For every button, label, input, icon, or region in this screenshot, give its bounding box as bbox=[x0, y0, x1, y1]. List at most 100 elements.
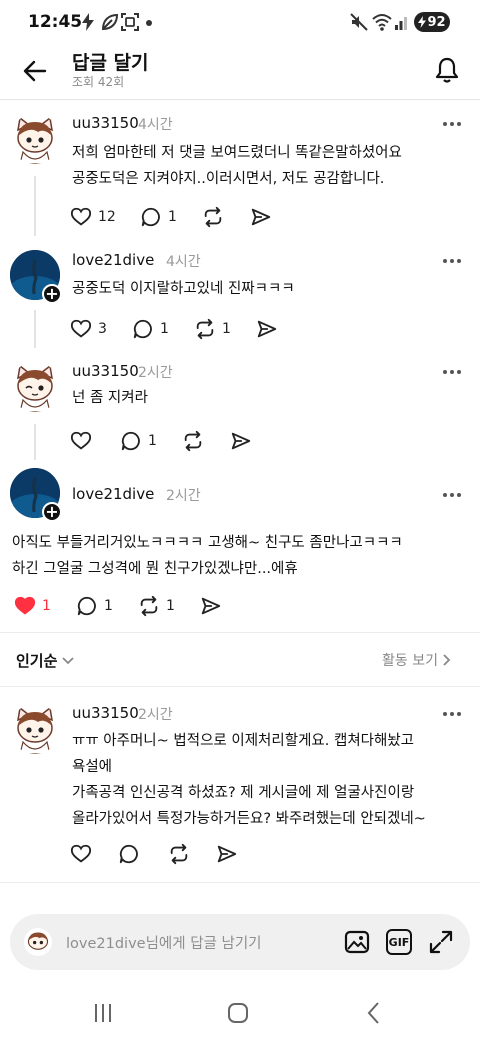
chevron-right-icon bbox=[443, 654, 451, 666]
back-arrow-icon[interactable] bbox=[22, 58, 48, 84]
flash-icon bbox=[82, 13, 94, 31]
gif-button[interactable]: GIF bbox=[386, 929, 412, 955]
repost-icon bbox=[170, 843, 188, 865]
avatar-uu33150[interactable] bbox=[10, 114, 60, 164]
reply-count: 1 bbox=[160, 321, 169, 337]
reply-button[interactable] bbox=[118, 842, 140, 866]
like-count: 3 bbox=[98, 321, 107, 337]
status-time: 12:45 bbox=[28, 12, 83, 32]
reply-bubble-icon bbox=[119, 844, 138, 864]
repost-icon bbox=[196, 318, 214, 340]
signal-icon bbox=[395, 17, 407, 30]
share-button[interactable] bbox=[200, 594, 222, 618]
more-options-icon[interactable] bbox=[442, 369, 462, 375]
send-icon bbox=[201, 597, 221, 615]
activity-link[interactable]: 활동 보기 bbox=[382, 650, 452, 670]
more-options-icon[interactable] bbox=[442, 121, 462, 127]
leaf-icon bbox=[101, 13, 119, 31]
comment-username[interactable]: love21dive bbox=[72, 251, 154, 269]
chevron-down-icon bbox=[62, 656, 75, 664]
comment-text: ㅠㅠ 아주머니~ 법적으로 이제처리할게요. 캡쳐다해놨고 욕설에 가족공격 인… bbox=[72, 733, 426, 827]
comment-text: 저희 엄마한테 저 댓글 보여드렸더니 똑같은말하셨어요 공중도덕은 지켜야지.… bbox=[72, 145, 402, 187]
more-options-icon[interactable] bbox=[442, 258, 462, 264]
comment-time: 2시간 bbox=[138, 707, 173, 723]
comment-username[interactable]: uu33150 bbox=[72, 704, 139, 722]
like-button[interactable] bbox=[70, 842, 92, 866]
reply-composer[interactable]: love21dive님에게 답글 남기기 GIF bbox=[10, 914, 470, 970]
repost-count: 1 bbox=[222, 321, 231, 337]
share-button[interactable] bbox=[256, 317, 278, 341]
mute-icon bbox=[350, 13, 368, 31]
follow-plus-icon[interactable]: + bbox=[42, 502, 62, 522]
share-button[interactable] bbox=[230, 429, 252, 453]
reply-count: 1 bbox=[168, 209, 177, 225]
share-button[interactable] bbox=[250, 205, 272, 229]
follow-plus-icon[interactable]: + bbox=[42, 284, 62, 304]
heart-filled-icon bbox=[14, 596, 36, 615]
reply-button[interactable]: 1 bbox=[140, 205, 177, 229]
repost-icon bbox=[140, 595, 158, 617]
heart-icon bbox=[70, 207, 92, 226]
repost-button[interactable]: 1 bbox=[138, 594, 175, 618]
repost-button[interactable] bbox=[168, 842, 190, 866]
repost-button[interactable] bbox=[202, 205, 230, 229]
comment-username[interactable]: uu33150 bbox=[72, 114, 139, 132]
avatar-uu33150[interactable] bbox=[10, 362, 60, 412]
battery-level: 92 bbox=[427, 14, 446, 30]
system-nav-bar bbox=[0, 990, 480, 1040]
avatar-uu33150[interactable] bbox=[10, 704, 60, 754]
comment-time: 2시간 bbox=[166, 488, 201, 504]
reply-input-placeholder[interactable]: love21dive님에게 답글 남기기 bbox=[66, 932, 262, 953]
section-divider bbox=[0, 882, 480, 883]
notification-bell-icon[interactable] bbox=[434, 56, 460, 84]
repost-button[interactable]: 1 bbox=[194, 317, 231, 341]
like-count: 1 bbox=[42, 598, 51, 614]
repost-button[interactable] bbox=[182, 429, 210, 453]
comment-actions: 1 bbox=[70, 429, 370, 453]
sort-dropdown[interactable]: 인기순 bbox=[16, 650, 75, 671]
view-count: 조회 42회 bbox=[72, 75, 125, 89]
section-divider bbox=[0, 686, 480, 687]
activity-label: 활동 보기 bbox=[382, 653, 438, 669]
sort-label: 인기순 bbox=[16, 652, 58, 670]
comment-text: 아직도 부들거리거있노ㅋㅋㅋㅋ 고생해~ 친구도 좀만나고ㅋㅋㅋ 하긴 그얼굴 … bbox=[12, 535, 403, 577]
like-button[interactable] bbox=[70, 429, 98, 453]
composer-avatar bbox=[24, 928, 52, 956]
like-button[interactable]: 3 bbox=[70, 317, 107, 341]
expand-icon[interactable] bbox=[428, 929, 454, 955]
repost-icon bbox=[184, 430, 202, 452]
send-icon bbox=[217, 845, 237, 863]
reply-bubble-icon bbox=[141, 207, 160, 227]
comment-actions: 12 1 bbox=[70, 205, 370, 229]
image-icon[interactable] bbox=[344, 929, 370, 955]
reply-bubble-icon bbox=[133, 319, 152, 339]
heart-icon bbox=[70, 319, 92, 338]
comment-actions: 1 1 1 bbox=[14, 594, 314, 618]
like-button[interactable]: 12 bbox=[70, 205, 116, 229]
like-button[interactable]: 1 bbox=[14, 594, 51, 618]
comment-username[interactable]: love21dive bbox=[72, 485, 154, 503]
share-button[interactable] bbox=[216, 842, 238, 866]
back-nav-icon[interactable] bbox=[362, 1000, 388, 1026]
reply-button[interactable]: 1 bbox=[76, 594, 113, 618]
gif-label: GIF bbox=[388, 935, 410, 949]
reply-count: 1 bbox=[148, 433, 157, 449]
reply-button[interactable]: 1 bbox=[120, 429, 157, 453]
charging-icon bbox=[418, 16, 427, 28]
reply-bubble-icon bbox=[77, 596, 96, 616]
send-icon bbox=[251, 208, 271, 226]
comment-actions bbox=[70, 842, 370, 866]
status-bar: 12:45 92 bbox=[0, 0, 480, 44]
comment-username[interactable]: uu33150 bbox=[72, 362, 139, 380]
home-icon[interactable] bbox=[225, 1000, 251, 1026]
comment-time: 4시간 bbox=[166, 254, 201, 270]
more-options-icon[interactable] bbox=[442, 711, 462, 717]
reply-count: 1 bbox=[104, 598, 113, 614]
reply-button[interactable]: 1 bbox=[132, 317, 169, 341]
comment-actions: 3 1 1 bbox=[70, 317, 370, 341]
notification-dot bbox=[146, 20, 152, 26]
recent-apps-icon[interactable] bbox=[90, 1000, 116, 1026]
repost-icon bbox=[204, 206, 222, 228]
page-header: 답글 달기 조회 42회 bbox=[0, 44, 480, 100]
more-options-icon[interactable] bbox=[442, 492, 462, 498]
